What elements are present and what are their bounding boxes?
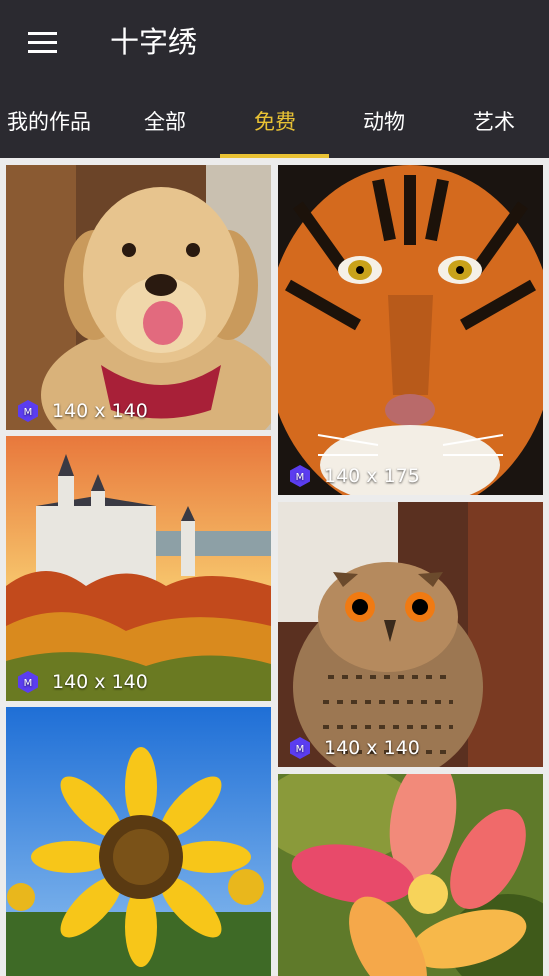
tab-all[interactable]: 全部 (110, 96, 220, 158)
badge-letter: M (296, 472, 305, 483)
castle-image (6, 436, 271, 701)
badge-letter: M (24, 407, 33, 418)
hexagon-m-icon: M (290, 737, 310, 759)
tab-art[interactable]: 艺术 (439, 96, 549, 158)
sunflower-image (6, 707, 271, 976)
tab-indicator (220, 154, 329, 158)
size-badge: M 140 x 140 (16, 670, 148, 694)
pattern-card-sunflower[interactable] (6, 707, 271, 976)
menu-icon[interactable] (18, 24, 66, 64)
pattern-size: 140 x 140 (52, 400, 148, 422)
size-badge: M 140 x 140 (16, 399, 148, 423)
tab-my-works[interactable]: 我的作品 (0, 96, 104, 158)
app-bar: 十字绣 我的作品 全部 免费 动物 艺术 (0, 0, 549, 158)
pattern-card-owl[interactable]: M 140 x 140 (278, 502, 543, 767)
hexagon-m-icon: M (18, 671, 38, 693)
owl-image (278, 502, 543, 767)
badge-letter: M (296, 744, 305, 755)
tiger-image (278, 165, 543, 495)
tab-free[interactable]: 免费 (220, 96, 330, 158)
pattern-card-castle[interactable]: M 140 x 140 (6, 436, 271, 701)
pattern-card-dog[interactable]: M 140 x 140 (6, 165, 271, 430)
size-badge: M 140 x 175 (288, 464, 420, 488)
tab-animals[interactable]: 动物 (329, 96, 439, 158)
hexagon-m-icon: M (18, 400, 38, 422)
pattern-size: 140 x 175 (324, 465, 420, 487)
pattern-card-tiger[interactable]: M 140 x 175 (278, 165, 543, 495)
badge-letter: M (24, 678, 33, 689)
app-title: 十字绣 (110, 25, 198, 59)
hexagon-m-icon: M (290, 465, 310, 487)
size-badge: M 140 x 140 (288, 736, 420, 760)
plumeria-image (278, 774, 543, 976)
pattern-card-plumeria[interactable] (278, 774, 543, 976)
dog-image (6, 165, 271, 430)
pattern-size: 140 x 140 (52, 671, 148, 693)
pattern-size: 140 x 140 (324, 737, 420, 759)
